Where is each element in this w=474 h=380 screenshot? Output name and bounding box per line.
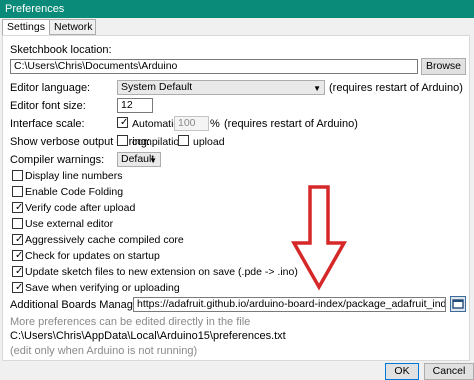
option-label-update-extension: Update sketch files to new extension on … <box>25 266 298 278</box>
boards-manager-url-input[interactable]: https://adafruit.github.io/arduino-board… <box>133 297 446 312</box>
preferences-file-path: C:\Users\Chris\AppData\Local\Arduino15\p… <box>10 330 286 342</box>
editor-language-value: System Default <box>121 81 193 93</box>
interface-scale-note: (requires restart of Arduino) <box>224 118 358 130</box>
upload-label: upload <box>193 136 225 148</box>
browse-button[interactable]: Browse <box>421 58 466 75</box>
tab-network[interactable]: Network <box>49 19 96 35</box>
option-label-display-line-numbers: Display line numbers <box>25 170 123 182</box>
font-size-input[interactable]: 12 <box>117 98 153 113</box>
option-label-code-folding: Enable Code Folding <box>25 186 124 198</box>
check-icon: ✓ <box>15 282 24 293</box>
open-url-list-button[interactable] <box>450 296 466 312</box>
cancel-button[interactable]: Cancel <box>424 363 474 380</box>
percent-label: % <box>210 118 220 130</box>
option-label-check-updates: Check for updates on startup <box>25 250 160 262</box>
interface-scale-label: Interface scale: <box>10 118 85 130</box>
editor-language-label: Editor language: <box>10 82 91 94</box>
check-icon: ✓ <box>15 250 24 261</box>
settings-panel: Sketchbook location: C:\Users\Chris\Docu… <box>2 35 470 361</box>
option-checkbox-check-updates[interactable]: ✓ <box>12 250 23 261</box>
editor-language-note: (requires restart of Arduino) <box>329 82 463 94</box>
automatic-checkbox[interactable]: ✓ <box>117 117 128 128</box>
verbose-output-label: Show verbose output during: <box>10 136 151 148</box>
option-checkbox-code-folding[interactable] <box>12 186 23 197</box>
option-label-cache-core: Aggressively cache compiled core <box>25 234 184 246</box>
option-checkbox-external-editor[interactable] <box>12 218 23 229</box>
option-label-verify-code: Verify code after upload <box>25 202 136 214</box>
option-checkbox-update-extension[interactable]: ✓ <box>12 266 23 277</box>
edit-note-text: (edit only when Arduino is not running) <box>10 345 198 357</box>
sketchbook-location-input[interactable]: C:\Users\Chris\Documents\Arduino <box>10 59 418 74</box>
window-icon <box>452 299 464 309</box>
upload-checkbox[interactable] <box>178 135 189 146</box>
more-preferences-text: More preferences can be edited directly … <box>10 316 251 328</box>
option-label-save-on-verify: Save when verifying or uploading <box>25 282 180 294</box>
interface-scale-input[interactable]: 100 <box>174 116 209 131</box>
ok-button[interactable]: OK <box>385 363 419 380</box>
check-icon: ✓ <box>120 117 129 128</box>
dialog-button-bar: OK Cancel <box>0 361 474 380</box>
option-checkbox-cache-core[interactable]: ✓ <box>12 234 23 245</box>
automatic-label: Automatic <box>132 118 179 130</box>
compiler-warnings-label: Compiler warnings: <box>10 154 105 166</box>
check-icon: ✓ <box>15 266 24 277</box>
window-title: Preferences <box>0 0 474 18</box>
chevron-down-icon: ▼ <box>313 84 321 93</box>
compiler-warnings-select[interactable]: Default ▼ <box>117 152 161 167</box>
option-checkbox-display-line-numbers[interactable] <box>12 170 23 181</box>
option-checkbox-save-on-verify[interactable]: ✓ <box>12 282 23 293</box>
option-label-external-editor: Use external editor <box>25 218 114 230</box>
check-icon: ✓ <box>15 202 24 213</box>
option-checkbox-verify-code[interactable]: ✓ <box>12 202 23 213</box>
tab-settings[interactable]: Settings <box>2 19 50 36</box>
compilation-checkbox[interactable] <box>117 135 128 146</box>
sketchbook-location-label: Sketchbook location: <box>10 44 112 56</box>
check-icon: ✓ <box>15 234 24 245</box>
font-size-label: Editor font size: <box>10 100 86 112</box>
chevron-down-icon: ▼ <box>149 156 157 165</box>
editor-language-select[interactable]: System Default ▼ <box>117 80 325 95</box>
annotation-down-arrow <box>290 185 348 291</box>
